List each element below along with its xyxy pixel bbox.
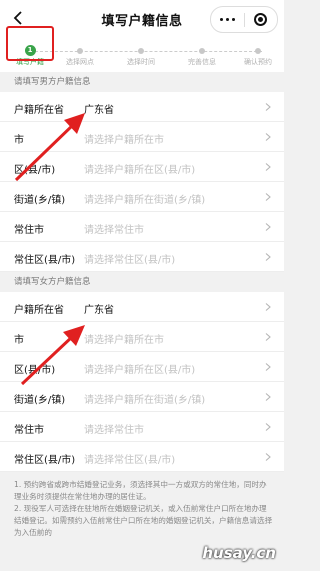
field-label: 街道(乡/镇) xyxy=(14,395,66,406)
chevron-right-icon xyxy=(265,193,271,201)
field-placeholder: 请选择户籍所在区(县/市) xyxy=(84,365,196,376)
field-label: 常住市 xyxy=(14,425,44,436)
step-label: 完善信息 xyxy=(188,58,216,66)
male-resident-city-row[interactable]: 常住市 请选择常住市 xyxy=(0,212,284,242)
field-placeholder: 请选择常住区(县/市) xyxy=(84,455,176,466)
field-placeholder: 请选择户籍所在市 xyxy=(84,335,164,346)
more-dots-icon xyxy=(219,18,235,21)
field-placeholder: 请选择常住区(县/市) xyxy=(84,255,176,266)
male-street-row[interactable]: 街道(乡/镇) 请选择户籍所在街道(乡/镇) xyxy=(0,182,284,212)
female-resident-city-row[interactable]: 常住市 请选择常住市 xyxy=(0,412,284,442)
field-placeholder: 请选择常住市 xyxy=(84,225,144,236)
step-confirm: 确认预约 xyxy=(230,45,286,67)
male-form: 户籍所在省 广东省 市 请选择户籍所在市 区(县/市) 请选择户籍所在区(县/市… xyxy=(0,92,284,272)
step-label: 确认预约 xyxy=(244,58,272,66)
step-label: 选择时间 xyxy=(127,58,155,66)
chevron-right-icon xyxy=(265,303,271,311)
female-city-row[interactable]: 市 请选择户籍所在市 xyxy=(0,322,284,352)
chevron-right-icon xyxy=(265,333,271,341)
chevron-right-icon xyxy=(265,453,271,461)
step-select-time: 选择时间 xyxy=(113,45,169,67)
step-dot-icon xyxy=(255,48,261,54)
mini-program-capsule xyxy=(210,6,278,33)
field-label: 街道(乡/镇) xyxy=(14,195,66,206)
close-mini-program-button[interactable] xyxy=(245,7,278,32)
field-placeholder: 请选择常住市 xyxy=(84,425,144,436)
field-label: 常住区(县/市) xyxy=(14,255,76,266)
close-target-icon xyxy=(254,13,268,26)
step-complete-info: 完善信息 xyxy=(174,45,230,67)
chevron-right-icon xyxy=(265,223,271,231)
female-street-row[interactable]: 街道(乡/镇) 请选择户籍所在街道(乡/镇) xyxy=(0,382,284,412)
male-city-row[interactable]: 市 请选择户籍所在市 xyxy=(0,122,284,152)
female-form: 户籍所在省 广东省 市 请选择户籍所在市 区(县/市) 请选择户籍所在区(县/市… xyxy=(0,292,284,472)
field-label: 常住区(县/市) xyxy=(14,455,76,466)
male-district-row[interactable]: 区(县/市) 请选择户籍所在区(县/市) xyxy=(0,152,284,182)
step-select-outlet: 选择网点 xyxy=(52,45,108,67)
field-label: 区(县/市) xyxy=(14,365,56,376)
male-province-row[interactable]: 户籍所在省 广东省 xyxy=(0,92,284,122)
female-resident-district-row[interactable]: 常住区(县/市) 请选择常住区(县/市) xyxy=(0,442,284,472)
field-label: 户籍所在省 xyxy=(14,105,64,116)
step-dot-icon xyxy=(199,48,205,54)
chevron-right-icon xyxy=(265,103,271,111)
field-label: 户籍所在省 xyxy=(14,305,64,316)
male-section-title: 请填写男方户籍信息 xyxy=(14,77,91,87)
current-step-highlight-box xyxy=(6,26,54,61)
field-label: 常住市 xyxy=(14,225,44,236)
female-province-row[interactable]: 户籍所在省 广东省 xyxy=(0,292,284,322)
field-value: 广东省 xyxy=(84,105,114,116)
field-label: 市 xyxy=(14,135,24,146)
step-dot-icon xyxy=(77,48,83,54)
chevron-right-icon xyxy=(265,363,271,371)
chevron-right-icon xyxy=(265,253,271,261)
step-dot-icon xyxy=(138,48,144,54)
chevron-right-icon xyxy=(265,133,271,141)
field-placeholder: 请选择户籍所在市 xyxy=(84,135,164,146)
male-resident-district-row[interactable]: 常住区(县/市) 请选择常住区(县/市) xyxy=(0,242,284,272)
notes: 1. 预约跨省或跨市结婚登记业务，须选择其中一方或双方的常住地，同时办理业务时须… xyxy=(0,472,284,539)
field-placeholder: 请选择户籍所在街道(乡/镇) xyxy=(84,195,206,206)
female-district-row[interactable]: 区(县/市) 请选择户籍所在区(县/市) xyxy=(0,352,284,382)
field-label: 市 xyxy=(14,335,24,346)
watermark: husay.cn xyxy=(202,544,276,562)
female-section-title: 请填写女方户籍信息 xyxy=(14,277,91,287)
back-arrow-icon[interactable] xyxy=(10,9,28,27)
chevron-right-icon xyxy=(265,393,271,401)
field-value: 广东省 xyxy=(84,305,114,316)
note-item: 2. 现役军人可选择在驻地所在婚姻登记机关，或入伍前常住户口所在地办理结婚登记。… xyxy=(14,504,273,537)
field-label: 区(县/市) xyxy=(14,165,56,176)
chevron-right-icon xyxy=(265,163,271,171)
field-placeholder: 请选择户籍所在区(县/市) xyxy=(84,165,196,176)
step-label: 选择网点 xyxy=(66,58,94,66)
more-menu-button[interactable] xyxy=(211,7,244,32)
chevron-right-icon xyxy=(265,423,271,431)
page-title: 填写户籍信息 xyxy=(101,13,183,29)
note-item: 1. 预约跨省或跨市结婚登记业务，须选择其中一方或双方的常住地，同时办理业务时须… xyxy=(14,480,267,501)
field-placeholder: 请选择户籍所在街道(乡/镇) xyxy=(84,395,206,406)
